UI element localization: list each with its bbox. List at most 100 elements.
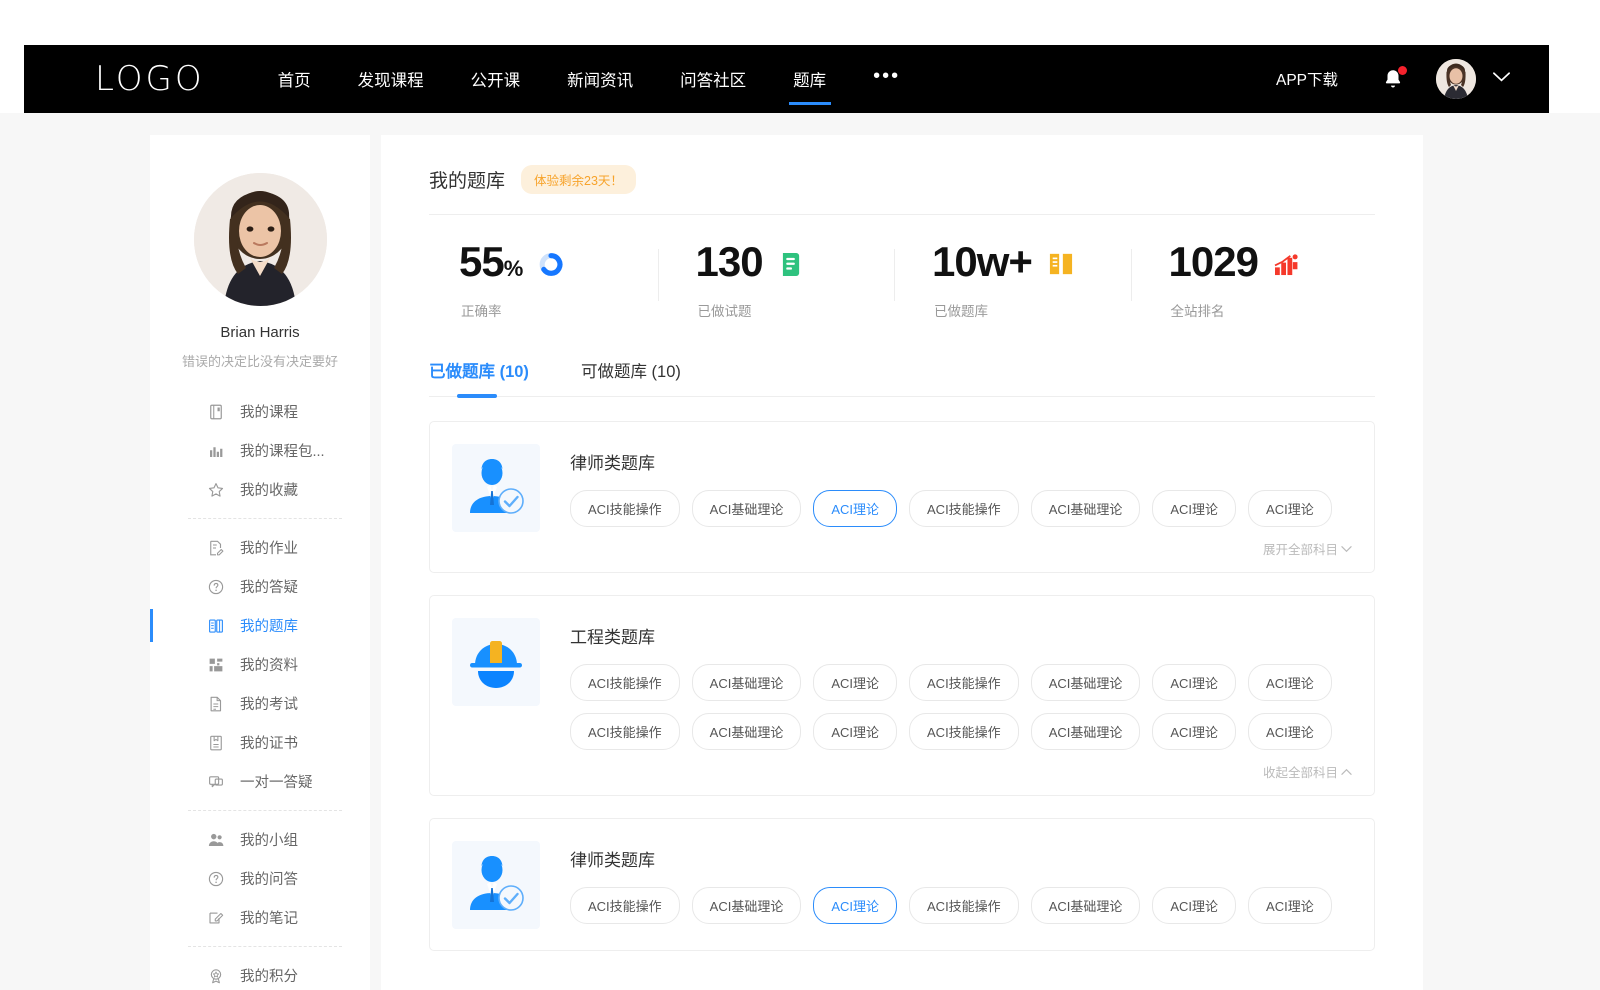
subject-tag[interactable]: ACI技能操作 — [909, 664, 1019, 701]
nav-link-1[interactable]: 发现课程 — [358, 45, 424, 113]
sidebar-item-8[interactable]: 我的考试 — [150, 684, 370, 723]
star-icon — [207, 481, 225, 499]
lawyer-check-icon — [465, 457, 527, 519]
sidebar-item-1[interactable]: 我的课程包... — [150, 431, 370, 470]
sidebar-item-label: 我的考试 — [240, 693, 298, 714]
chevron-down-icon — [1341, 542, 1352, 556]
tab-0[interactable]: 已做题库 (10) — [429, 358, 529, 396]
question-bank-list: 律师类题库ACI技能操作ACI基础理论ACI理论ACI技能操作ACI基础理论AC… — [429, 421, 1375, 951]
qa-circle-icon — [207, 870, 225, 888]
subject-tag[interactable]: ACI理论 — [1248, 713, 1332, 750]
sidebar-item-13[interactable]: 我的问答 — [150, 859, 370, 898]
sidebar-item-label: 我的问答 — [240, 868, 298, 889]
subject-tag[interactable]: ACI基础理论 — [692, 887, 802, 924]
sidebar-item-6[interactable]: 我的题库 — [150, 606, 370, 645]
subject-tag[interactable]: ACI技能操作 — [909, 713, 1019, 750]
site-logo[interactable]: LOGO — [95, 59, 205, 99]
homework-icon — [207, 539, 225, 557]
subject-tag[interactable]: ACI基础理论 — [692, 664, 802, 701]
sidebar-divider — [188, 946, 342, 947]
app-download-link[interactable]: APP下载 — [1276, 68, 1338, 90]
sidebar-item-label: 我的资料 — [240, 654, 298, 675]
subject-tag[interactable]: ACI理论 — [813, 490, 897, 527]
subject-tag[interactable]: ACI理论 — [813, 713, 897, 750]
subject-tag[interactable]: ACI基础理论 — [1031, 887, 1141, 924]
subject-tag[interactable]: ACI基础理论 — [1031, 713, 1141, 750]
subject-tag[interactable]: ACI理论 — [1152, 887, 1236, 924]
subject-tag-row: ACI技能操作 ACI基础理论 ACI理论 ACI技能操作 ACI基础理论 ACI理论 AC… — [570, 490, 1352, 527]
sidebar-item-label: 我的笔记 — [240, 907, 298, 928]
chat-bubble-icon — [207, 773, 225, 791]
nav-link-5[interactable]: 题库 — [793, 45, 826, 113]
trial-badge: 体验剩余23天！ — [521, 165, 636, 194]
note-edit-icon — [206, 908, 225, 927]
stat-label: 已做试题 — [666, 300, 903, 320]
subject-tag[interactable]: ACI技能操作 — [570, 713, 680, 750]
subject-tag-group: ACI技能操作 ACI基础理论 ACI理论 ACI技能操作 ACI基础理论 ACI理论 AC… — [570, 887, 1352, 924]
sidebar-item-7[interactable]: 我的资料 — [150, 645, 370, 684]
expand-subjects-link[interactable]: 展开全部科目 — [1263, 539, 1352, 558]
user-avatar-icon — [1436, 59, 1476, 99]
subject-tag[interactable]: ACI基础理论 — [1031, 664, 1141, 701]
stat-unit: % — [504, 256, 523, 281]
certificate-icon — [206, 733, 225, 752]
subject-tag[interactable]: ACI技能操作 — [570, 490, 680, 527]
subject-tag[interactable]: ACI理论 — [1152, 664, 1236, 701]
sidebar-item-14[interactable]: 我的笔记 — [150, 898, 370, 937]
sidebar-divider — [188, 810, 342, 811]
stat-value: 1029 — [1169, 241, 1258, 283]
subject-tag[interactable]: ACI理论 — [1248, 490, 1332, 527]
group-icon — [206, 830, 225, 849]
card-title: 工程类题库 — [570, 623, 1352, 648]
sidebar-item-label: 我的课程 — [240, 401, 298, 422]
stat-label: 正确率 — [429, 300, 666, 320]
subject-tag[interactable]: ACI技能操作 — [909, 887, 1019, 924]
chat-bubble-icon — [206, 772, 225, 791]
subject-tag[interactable]: ACI理论 — [1248, 664, 1332, 701]
account-dropdown-button[interactable] — [1492, 70, 1511, 88]
exam-paper-icon — [206, 694, 225, 713]
subject-tag-row: ACI技能操作 ACI基础理论 ACI理论 ACI技能操作 ACI基础理论 ACI理论 AC… — [570, 713, 1352, 750]
subject-tag[interactable]: ACI技能操作 — [570, 887, 680, 924]
nav-more-button[interactable]: ••• — [873, 65, 900, 88]
medal-icon — [206, 966, 225, 985]
question-bank-card[interactable]: 律师类题库ACI技能操作ACI基础理论ACI理论ACI技能操作ACI基础理论AC… — [429, 818, 1375, 951]
subject-tag[interactable]: ACI理论 — [813, 887, 897, 924]
stat-3: 1029 全站排名 — [1139, 241, 1376, 320]
subject-tag[interactable]: ACI基础理论 — [1031, 490, 1141, 527]
question-bank-card[interactable]: 律师类题库ACI技能操作ACI基础理论ACI理论ACI技能操作ACI基础理论AC… — [429, 421, 1375, 573]
sidebar-item-12[interactable]: 我的小组 — [150, 820, 370, 859]
sidebar-item-16[interactable]: 我的积分 — [150, 956, 370, 990]
subject-tag[interactable]: ACI理论 — [813, 664, 897, 701]
star-icon — [206, 480, 225, 499]
nav-link-0[interactable]: 首页 — [278, 45, 311, 113]
sidebar-item-5[interactable]: 我的答疑 — [150, 567, 370, 606]
nav-link-3[interactable]: 新闻资讯 — [567, 45, 633, 113]
subject-tag[interactable]: ACI技能操作 — [570, 664, 680, 701]
expand-subjects-link[interactable]: 收起全部科目 — [1263, 762, 1352, 781]
sidebar-item-2[interactable]: 我的收藏 — [150, 470, 370, 509]
subject-tag[interactable]: ACI基础理论 — [692, 713, 802, 750]
notification-bell-button[interactable] — [1382, 67, 1404, 91]
question-bank-card[interactable]: 工程类题库ACI技能操作ACI基础理论ACI理论ACI技能操作ACI基础理论AC… — [429, 595, 1375, 796]
tab-1[interactable]: 可做题库 (10) — [581, 358, 681, 396]
note-edit-icon — [207, 909, 225, 927]
nav-link-2[interactable]: 公开课 — [471, 45, 521, 113]
sidebar-item-10[interactable]: 一对一答疑 — [150, 762, 370, 801]
sidebar-item-0[interactable]: 我的课程 — [150, 392, 370, 431]
navbar-avatar[interactable] — [1436, 59, 1476, 99]
subject-tag[interactable]: ACI理论 — [1152, 713, 1236, 750]
card-body: 律师类题库ACI技能操作ACI基础理论ACI理论ACI技能操作ACI基础理论AC… — [570, 444, 1352, 558]
subject-tag[interactable]: ACI技能操作 — [909, 490, 1019, 527]
sidebar-item-9[interactable]: 我的证书 — [150, 723, 370, 762]
subject-tag[interactable]: ACI基础理论 — [692, 490, 802, 527]
subject-tag[interactable]: ACI理论 — [1152, 490, 1236, 527]
book-icon — [206, 402, 225, 421]
stat-value: 130 — [696, 241, 763, 283]
sidebar-item-4[interactable]: 我的作业 — [150, 528, 370, 567]
subject-tag[interactable]: ACI理论 — [1248, 887, 1332, 924]
stat-value: 10w+ — [932, 241, 1032, 283]
nav-link-4[interactable]: 问答社区 — [680, 45, 746, 113]
green-document-icon — [779, 251, 805, 277]
profile-avatar[interactable] — [194, 173, 327, 306]
